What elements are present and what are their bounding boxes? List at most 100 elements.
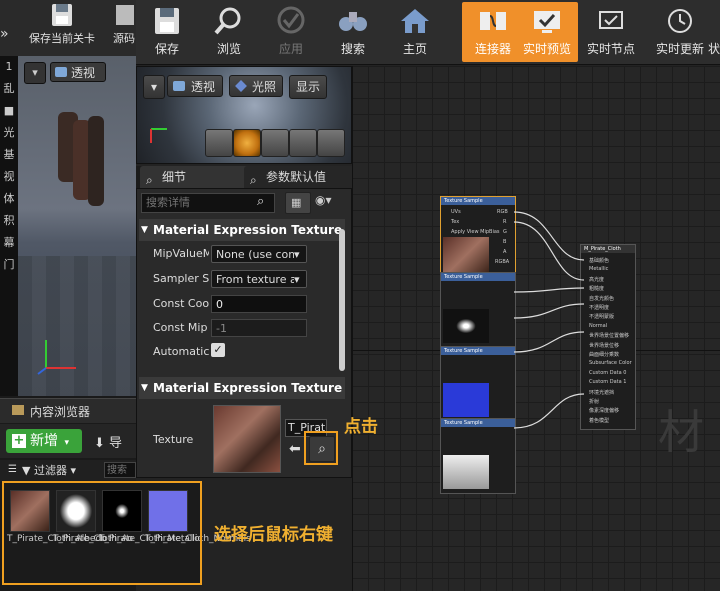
save-label: 保存 — [154, 42, 179, 56]
teapot-preview-icon[interactable] — [317, 129, 345, 157]
grid-view-button[interactable]: ▦ — [285, 192, 311, 214]
viewport-menu-button[interactable]: ▾ — [24, 62, 46, 84]
filter-icon: ▼ — [22, 464, 31, 477]
strip-item[interactable]: 体 — [0, 188, 18, 210]
automatic-view-mip-bias-checkbox[interactable]: ✓ — [211, 343, 225, 357]
texture-thumbnail[interactable] — [213, 405, 281, 473]
sampler-source-label: Sampler Source — [153, 272, 209, 285]
eye-icon: ◉▾ — [315, 193, 332, 207]
collapse-arrow-icon: ▼ — [141, 225, 148, 235]
strip-item[interactable]: 光 — [0, 122, 18, 144]
stats-icon — [708, 6, 720, 36]
const-coordinate-value: 0 — [216, 298, 223, 311]
annotation-select-right-click: 选择后鼠标右键 — [214, 525, 333, 545]
axis-gizmo-icon — [37, 340, 76, 375]
browse-label: 浏览 — [216, 42, 241, 56]
live-preview-label: 实时预览 — [522, 42, 571, 56]
material-graph-canvas[interactable]: 材 Texture Sample UVs Tex Apply View MipB… — [352, 66, 720, 591]
tab-details[interactable]: ⌕ 细节 × — [140, 166, 260, 188]
filters-label: 过滤器 — [33, 464, 67, 477]
browse-to-asset-button[interactable]: ⌕ — [309, 436, 335, 462]
mip-value-mode-select[interactable]: None (use computed mip level) ▾ — [211, 245, 307, 263]
plane-preview-icon[interactable] — [261, 129, 289, 157]
source-code-icon — [116, 5, 134, 25]
tab-parameter-defaults[interactable]: ⌕ 参数默认值 — [244, 166, 366, 188]
live-update-label: 实时更新 — [655, 42, 704, 56]
stats-label: 状 — [708, 42, 720, 56]
filters-button[interactable]: ▼ 过滤器 ▾ — [22, 462, 94, 480]
content-browser-title: 内容浏览器 — [30, 405, 91, 419]
chevron-right-icon[interactable]: » — [0, 26, 14, 42]
import-button[interactable]: ⬇ 导 — [94, 432, 122, 451]
live-update-button[interactable]: 实时更新 — [644, 2, 716, 62]
view-options-icon[interactable]: ☰ — [8, 464, 17, 475]
cube-preview-icon[interactable] — [289, 129, 317, 157]
home-icon — [401, 9, 429, 33]
thumbnails-highlight-box — [2, 481, 202, 585]
preview-lighting-button[interactable]: 光照 — [229, 75, 283, 97]
strip-item[interactable]: 视 — [0, 166, 18, 188]
import-icon: ⬇ — [94, 436, 105, 451]
home-button[interactable]: 主页 — [384, 2, 446, 62]
connectors-button[interactable]: 连接器 — [462, 2, 524, 62]
apply-icon — [277, 6, 305, 34]
live-nodes-button[interactable]: 实时节点 — [580, 2, 642, 62]
connectors-icon — [480, 12, 506, 30]
strip-item[interactable]: 幕 — [0, 232, 18, 254]
strip-item[interactable]: 乱 — [0, 78, 18, 100]
const-coordinate-label: Const Coordinate — [153, 297, 209, 310]
lighting-icon — [235, 80, 247, 92]
cylinder-preview-icon[interactable] — [205, 129, 233, 157]
save-current-level-button[interactable]: 保存当前关卡 — [22, 0, 102, 54]
live-nodes-label: 实时节点 — [586, 42, 635, 56]
preview-lighting-label: 光照 — [251, 80, 276, 94]
preview-menu-button[interactable]: ▾ — [143, 75, 165, 99]
search-icon: ⌕ — [257, 194, 265, 209]
search-button[interactable]: 搜索 — [322, 2, 384, 62]
sampler-source-select[interactable]: From texture asset ▾ — [211, 270, 307, 288]
add-new-button[interactable]: + 新增 ▾ — [6, 429, 82, 453]
preview-show-button[interactable]: 显示 — [289, 75, 327, 99]
annotation-click: 点击 — [344, 417, 378, 437]
left-mode-strip: 1 乱 ■ 光 基 视 体 积 幕 门 — [0, 56, 18, 396]
live-update-icon — [668, 9, 692, 33]
browse-button[interactable]: 浏览 — [198, 2, 260, 62]
add-new-label: 新增 — [30, 433, 58, 449]
details-search-input[interactable] — [141, 193, 275, 213]
sphere-preview-icon[interactable] — [233, 129, 261, 157]
tab-details-label: 细节 — [162, 170, 187, 184]
strip-item[interactable]: 1 — [0, 56, 18, 78]
const-mip-field[interactable]: -1 — [211, 319, 307, 337]
material-preview-viewport[interactable]: ▾ 透视 光照 显示 — [136, 66, 352, 164]
stats-button[interactable]: 状 — [708, 2, 720, 62]
save-icon — [52, 4, 72, 26]
apply-label: 应用 — [278, 42, 303, 56]
search-label: 搜索 — [340, 42, 365, 56]
const-coordinate-field[interactable]: 0 — [211, 295, 307, 313]
section-texture-sample-title: Material Expression Texture Sample — [153, 223, 345, 237]
use-selected-arrow-icon[interactable]: ⬅ — [289, 441, 301, 457]
strip-item[interactable]: 基 — [0, 144, 18, 166]
section-texture-base-header[interactable]: ▼ Material Expression Texture Base — [139, 377, 345, 399]
chevron-down-icon: ▾ — [64, 438, 69, 448]
viewport-perspective-label: 透视 — [71, 66, 96, 80]
background-editor-toolbar: 保存当前关卡 源码 » — [0, 0, 140, 56]
content-browser-filter-bar: ☰ ▼ 过滤器 ▾ — [0, 460, 136, 482]
save-button[interactable]: 保存 — [136, 2, 198, 62]
apply-button[interactable]: 应用 — [260, 2, 322, 62]
visibility-options-button[interactable]: ◉▾ — [315, 193, 343, 211]
chevron-down-icon: ▾ — [150, 80, 158, 94]
preview-perspective-button[interactable]: 透视 — [167, 75, 223, 97]
live-preview-button[interactable]: 实时预览 — [516, 2, 578, 62]
strip-item[interactable]: 积 — [0, 210, 18, 232]
strip-item[interactable]: 门 — [0, 254, 18, 276]
content-search-input[interactable] — [104, 462, 136, 478]
level-viewport[interactable]: ▾ 透视 — [18, 56, 136, 396]
node-connection-wires — [513, 211, 585, 429]
source-label: 源码 — [113, 32, 135, 45]
section-texture-sample-header[interactable]: ▼ Material Expression Texture Sample — [139, 219, 345, 241]
details-scrollbar[interactable] — [339, 229, 345, 371]
strip-item[interactable]: ■ — [0, 100, 18, 122]
save-icon — [155, 8, 179, 34]
viewport-perspective-button[interactable]: 透视 — [50, 62, 106, 82]
